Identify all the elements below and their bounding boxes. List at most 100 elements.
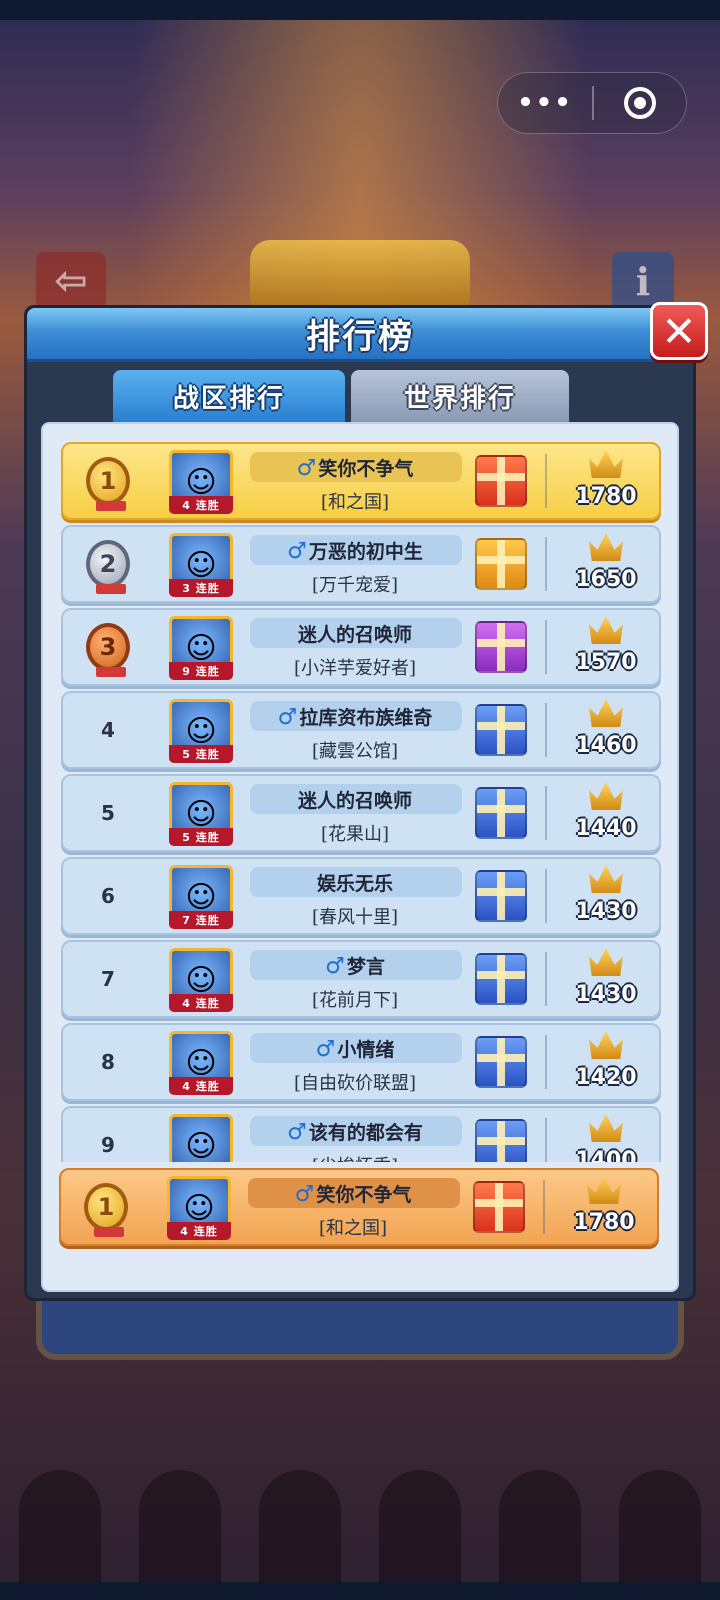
guild-name: [小洋芋爱好者]	[293, 658, 417, 679]
bronze-medal-icon: 3	[86, 623, 130, 677]
close-x-icon[interactable]: ✕	[650, 302, 708, 360]
crown-icon	[589, 1114, 623, 1142]
ranking-row[interactable]: 2 ☺ 3 连胜 ♂ 万恶的初中生 [万千宠爱] 1650	[61, 525, 661, 603]
player-info: ♂ 梦言 [花前月下]	[248, 948, 462, 1014]
crown-icon	[589, 450, 623, 478]
player-name: 笑你不争气	[316, 1184, 412, 1206]
league-banner-behind	[250, 240, 470, 306]
male-icon: ♂	[325, 954, 345, 979]
male-icon: ♂	[287, 539, 307, 564]
guild-name: [和之国]	[320, 492, 390, 513]
male-icon: ♂	[296, 456, 317, 481]
player-name-line: ♂ 拉库资布族维奇	[248, 703, 462, 730]
ranking-row[interactable]: 6 ☺ 7 连胜 娱乐无乐 [春风十里] 1430	[61, 857, 661, 935]
male-icon: ♂	[287, 1120, 307, 1145]
player-name: 迷人的召唤师	[297, 624, 412, 646]
modal-title: 排行榜	[306, 317, 414, 357]
player-info: ♂ 笑你不争气 [和之国]	[248, 450, 462, 516]
reward-cell[interactable]	[467, 697, 535, 763]
my-ranking-row: 1 ☺ 4 连胜 ♂ 笑你不争气 [和之国] 1780	[59, 1166, 663, 1248]
crown-icon	[589, 782, 623, 810]
player-name-line: ♂ 该有的都会有	[248, 1118, 462, 1145]
trophy-score: 1780	[575, 484, 637, 509]
gift-box-icon[interactable]	[473, 1181, 525, 1233]
gift-box-icon[interactable]	[475, 621, 527, 673]
rank-number: 1	[99, 467, 117, 495]
tab-zone-ranking[interactable]: 战区排行	[113, 370, 345, 422]
avatar-cell[interactable]: ☺ 9 连胜	[163, 612, 241, 682]
player-info: 娱乐无乐 [春风十里]	[248, 865, 462, 931]
avatar-cell[interactable]: ☺ 4 连胜	[163, 1027, 241, 1097]
tab-world-ranking[interactable]: 世界排行	[351, 370, 569, 422]
reward-cell[interactable]	[467, 448, 535, 514]
ranking-row[interactable]: 1 ☺ 4 连胜 ♂ 笑你不争气 [和之国] 1780	[61, 442, 661, 520]
win-streak-badge: 7 连胜	[169, 911, 233, 929]
ranking-row[interactable]: 7 ☺ 4 连胜 ♂ 梦言 [花前月下] 1430	[61, 940, 661, 1018]
player-name: 该有的都会有	[308, 1122, 423, 1144]
rank-number: 1	[97, 1193, 115, 1221]
colosseum-arches	[0, 1440, 720, 1582]
gift-box-icon[interactable]	[475, 538, 527, 590]
win-streak-badge: 4 连胜	[169, 496, 233, 514]
reward-cell[interactable]	[467, 531, 535, 597]
back-arrow-icon: ⇦	[36, 252, 106, 310]
gift-box-icon[interactable]	[475, 953, 527, 1005]
reward-cell[interactable]	[467, 1029, 535, 1095]
guild-name: [自由砍价联盟]	[293, 1073, 417, 1094]
reward-cell[interactable]	[467, 946, 535, 1012]
reward-cell[interactable]	[467, 780, 535, 846]
ranking-row[interactable]: 9 ☺ ♂该有的都会有 [尘埃怀香] 1400	[61, 1106, 661, 1162]
player-info: ♂ 拉库资布族维奇 [藏雲公馆]	[248, 699, 462, 765]
gift-box-icon[interactable]	[475, 787, 527, 839]
gift-box-icon[interactable]	[475, 455, 527, 507]
guild-name: [藏雲公馆]	[311, 741, 399, 762]
medal-ribbon	[96, 501, 126, 511]
reward-cell[interactable]	[467, 614, 535, 680]
rank-cell: 4	[63, 693, 153, 767]
score-cell: 1400	[553, 1110, 659, 1162]
ranking-row[interactable]: 5 ☺ 5 连胜 迷人的召唤师 [花果山] 1440	[61, 774, 661, 852]
gift-box-icon[interactable]	[475, 1036, 527, 1088]
avatar-cell[interactable]: ☺ 5 连胜	[163, 778, 241, 848]
divider	[545, 1035, 547, 1089]
win-streak-badge: 5 连胜	[169, 745, 233, 763]
ranking-list[interactable]: 1 ☺ 4 连胜 ♂ 笑你不争气 [和之国] 1780 2 ☺ 3 连胜 ♂ 万恶的初中生 [万千宠爱]…	[61, 442, 661, 1162]
rank-cell: 6	[63, 859, 153, 933]
reward-cell[interactable]	[467, 1112, 535, 1162]
rank-number: 3	[99, 633, 117, 661]
guild-name: [花果山]	[320, 824, 390, 845]
rank-cell: 7	[63, 942, 153, 1016]
my-rank-row[interactable]: 1 ☺ 4 连胜 ♂ 笑你不争气 [和之国] 1780	[59, 1168, 659, 1246]
player-info: ♂该有的都会有 [尘埃怀香]	[248, 1114, 462, 1162]
leaderboard-modal: 排行榜 战区排行 世界排行 1 ☺ 4 连胜 ♂ 笑你不争气 [和之国] 1780 2 ☺ 3 连…	[24, 305, 696, 1301]
avatar-cell[interactable]: ☺ 4 连胜	[161, 1172, 239, 1242]
gift-box-icon[interactable]	[475, 704, 527, 756]
target-circle-icon[interactable]	[594, 73, 687, 133]
player-name: 万恶的初中生	[308, 541, 423, 563]
avatar-cell[interactable]: ☺ 4 连胜	[163, 944, 241, 1014]
male-icon: ♂	[294, 1182, 315, 1207]
rank-number: 6	[101, 884, 115, 908]
medal-ribbon	[96, 667, 126, 677]
avatar-cell[interactable]: ☺ 4 连胜	[163, 446, 241, 516]
miniprogram-capsule: •••	[497, 72, 687, 134]
avatar-cell[interactable]: ☺ 7 连胜	[163, 861, 241, 931]
gift-box-icon[interactable]	[475, 870, 527, 922]
player-name: 小情绪	[337, 1039, 395, 1061]
ranking-row[interactable]: 3 ☺ 9 连胜 迷人的召唤师 [小洋芋爱好者] 1570	[61, 608, 661, 686]
ranking-row[interactable]: 8 ☺ 4 连胜 ♂ 小情绪 [自由砍价联盟] 1420	[61, 1023, 661, 1101]
ranking-row[interactable]: 4 ☺ 5 连胜 ♂ 拉库资布族维奇 [藏雲公馆] 1460	[61, 691, 661, 769]
reward-cell[interactable]	[465, 1174, 533, 1240]
win-streak-badge: 4 连胜	[169, 994, 233, 1012]
status-bar-strip	[0, 0, 720, 20]
crown-icon	[589, 533, 623, 561]
avatar-cell[interactable]: ☺ 3 连胜	[163, 529, 241, 599]
avatar-cell[interactable]: ☺ 5 连胜	[163, 695, 241, 765]
divider	[545, 703, 547, 757]
more-dots-icon[interactable]: •••	[498, 73, 592, 133]
trophy-score: 1430	[575, 899, 637, 924]
gift-box-icon[interactable]	[475, 1119, 527, 1162]
reward-cell[interactable]	[467, 863, 535, 929]
divider	[545, 869, 547, 923]
avatar-cell[interactable]: ☺	[163, 1110, 241, 1162]
